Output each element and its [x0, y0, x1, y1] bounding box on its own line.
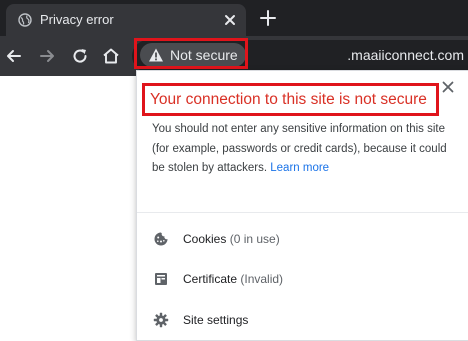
url-text[interactable]: .maaiiconnect.com	[256, 46, 464, 64]
popup-description: You should not enter any sensitive infor…	[152, 120, 457, 179]
menu-item-certificate[interactable]: Certificate (Invalid)	[137, 261, 468, 297]
gear-icon	[153, 312, 169, 328]
browser-window: Privacy error Not secure .maaiiconnect.c…	[0, 0, 468, 341]
forward-arrow-icon[interactable]	[37, 46, 57, 66]
menu-item-label: Site settings	[183, 313, 249, 327]
menu-item-label: Cookies (0 in use)	[183, 232, 280, 246]
divider	[137, 212, 468, 213]
menu-item-site-settings[interactable]: Site settings	[137, 302, 468, 338]
menu-item-label: Certificate (Invalid)	[183, 272, 284, 286]
cookie-icon	[154, 232, 168, 246]
tab-strip: Privacy error	[0, 0, 468, 36]
home-icon[interactable]	[101, 46, 121, 66]
certificate-icon	[155, 273, 167, 285]
back-arrow-icon[interactable]	[4, 46, 24, 66]
reload-icon[interactable]	[70, 46, 90, 66]
annotation-highlight-box	[142, 83, 439, 116]
close-icon[interactable]	[440, 79, 456, 95]
annotation-highlight-box	[134, 38, 248, 69]
learn-more-link[interactable]: Learn more	[270, 162, 329, 174]
tab-privacy-error[interactable]: Privacy error	[6, 4, 246, 36]
tab-title: Privacy error	[40, 12, 114, 27]
menu-item-cookies[interactable]: Cookies (0 in use)	[137, 221, 468, 257]
new-tab-plus-icon[interactable]	[258, 8, 278, 28]
tab-close-icon[interactable]	[222, 12, 238, 28]
globe-icon	[18, 13, 32, 27]
